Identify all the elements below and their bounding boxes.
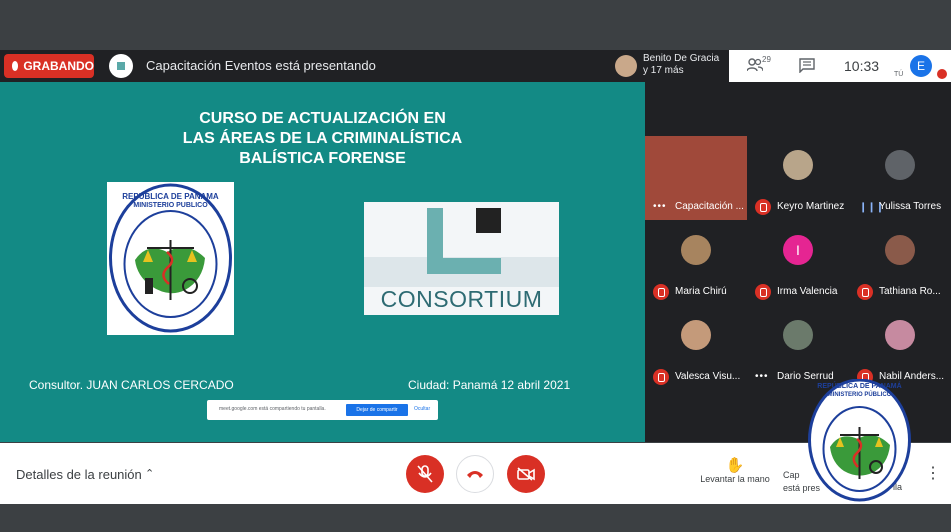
mic-off-icon (417, 465, 433, 483)
participant-tile[interactable]: ••• Capacitación ... (645, 136, 747, 220)
participant-name: Irma Valencia (777, 286, 838, 297)
participant-name: Keyro Martinez (777, 201, 845, 212)
meet-window: GRABANDO Capacitación Eventos está prese… (0, 0, 951, 532)
seal-top-line: REPUBLICA DE PANAMA (122, 192, 219, 201)
participant-avatar (681, 235, 711, 265)
hand-icon: ✋ (725, 457, 745, 474)
mic-muted-icon (755, 284, 771, 300)
participant-name: Maria Chirú (675, 286, 727, 297)
overlay-seal: REPÚBLICA DE PANAMÁ MINISTERIO PÚBLICO (808, 378, 911, 502)
slide-title-line: CURSO DE ACTUALIZACIÓN EN (199, 110, 446, 127)
chevron-up-icon[interactable]: ⌃ (145, 467, 154, 480)
participant-name: Yulissa Torres (879, 201, 942, 212)
slide-title-line: BALÍSTICA FORENSE (239, 150, 406, 167)
camera-toggle-button[interactable] (507, 455, 545, 493)
participant-avatar (783, 320, 813, 350)
participant-avatar (885, 320, 915, 350)
chat-icon[interactable] (799, 58, 815, 73)
camera-off-icon (517, 467, 535, 481)
participant-name: Capacitación ... (675, 201, 744, 212)
share-notice: meet.google.com está compartiendo tu pan… (219, 406, 326, 412)
participant-avatar (885, 235, 915, 265)
audio-dots-icon: ••• (653, 201, 667, 212)
participant-tile[interactable]: Valesca Visu... (645, 306, 747, 390)
stop-sharing-button[interactable]: Dejar de compartir (346, 404, 408, 416)
consortium-text: CONSORTIUM (380, 286, 543, 312)
participant-name: Valesca Visu... (675, 371, 741, 382)
participant-avatar (783, 150, 813, 180)
presenter-avatar (109, 54, 133, 78)
slide-title-line: LAS ÁREAS DE LA CRIMINALÍSTICA (182, 130, 463, 147)
raise-hand-label: Levantar la mano (700, 474, 770, 484)
hide-link[interactable]: Ocultar (414, 406, 430, 412)
you-label: TÚ (894, 71, 904, 78)
participant-name: Tathiana Ro... (879, 286, 941, 297)
viewer-name: Benito De Gracia (643, 53, 720, 64)
shared-slide: CURSO DE ACTUALIZACIÓN EN LAS ÁREAS DE L… (0, 82, 645, 442)
viewer-info[interactable]: Benito De Gracia y 17 más (643, 53, 719, 77)
consortium-logo: CONSORTIUM (364, 202, 559, 315)
consortium-logo-icon (117, 62, 125, 70)
participant-tile[interactable]: I Irma Valencia (747, 221, 849, 305)
overlay-seal-top-line: MINISTERIO PÚBLICO (827, 392, 892, 398)
more-options-icon[interactable]: ⋮ (925, 463, 941, 483)
participant-avatar (681, 320, 711, 350)
participant-tile[interactable]: Maria Chirú (645, 221, 747, 305)
recording-label: GRABANDO (23, 59, 94, 73)
hang-up-button[interactable] (456, 455, 494, 493)
participant-avatar (885, 150, 915, 180)
participant-avatar: I (783, 235, 813, 265)
raise-hand-button[interactable]: ✋ Levantar la mano (690, 457, 780, 485)
participant-tile[interactable]: ••• Dario Serrud (747, 306, 849, 390)
overlay-seal-top-line: REPÚBLICA DE PANAMÁ (817, 383, 902, 390)
mic-muted-icon (857, 284, 873, 300)
screen-share-bar: meet.google.com está compartiendo tu pan… (207, 400, 438, 420)
self-avatar[interactable]: E (910, 55, 932, 77)
mic-muted-icon (653, 284, 669, 300)
participant-tile[interactable]: Keyro Martinez (747, 136, 849, 220)
people-icon[interactable] (747, 58, 763, 72)
viewer-more: y 17 más (643, 65, 684, 76)
participant-tile[interactable]: Tathiana Ro... (849, 221, 951, 305)
mic-muted-icon (653, 369, 669, 385)
participant-tile[interactable]: Nabil Anders... (849, 306, 951, 390)
seal-top-line: MINISTERIO PUBLICO (133, 202, 208, 209)
presenting-text: Capacitación Eventos está presentando (146, 58, 376, 73)
self-mic-muted-icon (937, 69, 947, 79)
recording-badge[interactable]: GRABANDO (4, 54, 94, 78)
institute-seal: REPUBLICA DE PANAMA MINISTERIO PUBLICO (107, 182, 234, 335)
meeting-details-button[interactable]: Detalles de la reunión (16, 467, 142, 482)
mic-muted-icon (755, 199, 771, 215)
viewer-avatar[interactable] (615, 55, 637, 77)
phone-hangup-icon (467, 471, 483, 478)
mic-toggle-button[interactable] (406, 455, 444, 493)
record-dot-icon (12, 61, 19, 71)
consultor-text: Consultor. JUAN CARLOS CERCADO (29, 378, 234, 392)
top-right-panel: 29 10:33 TÚ E (729, 50, 951, 82)
clock: 10:33 (844, 58, 880, 74)
city-date-text: Ciudad: Panamá 12 abril 2021 (408, 378, 571, 392)
participant-tile[interactable]: ❙❙❙ Yulissa Torres (849, 136, 951, 220)
audio-dots-icon: ••• (755, 371, 769, 382)
people-count: 29 (762, 55, 771, 64)
